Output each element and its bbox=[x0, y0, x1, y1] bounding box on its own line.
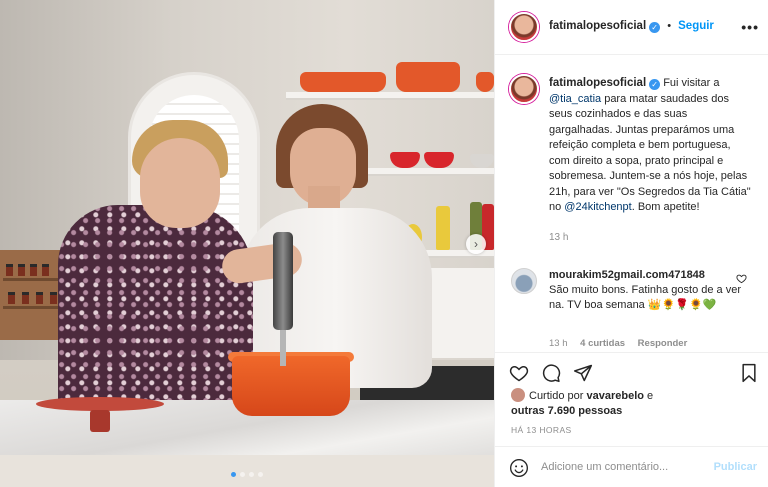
reply-button[interactable]: Responder bbox=[638, 338, 688, 349]
orange-casserole bbox=[232, 356, 350, 416]
liker-username[interactable]: vavarebelo bbox=[586, 390, 643, 402]
add-comment-bar: Adicione um comentário... Publicar bbox=[495, 446, 768, 487]
post-header: fatimalopesoficial ✓ • Seguir ••• bbox=[495, 0, 768, 55]
comment-time[interactable]: 13 h bbox=[549, 338, 568, 349]
orange-pot bbox=[396, 62, 460, 92]
more-icon[interactable]: ••• bbox=[741, 19, 759, 35]
likes-others[interactable]: outras 7.690 pessoas bbox=[511, 405, 622, 417]
carousel-next-button[interactable]: › bbox=[466, 234, 486, 254]
likes-connector: e bbox=[643, 390, 654, 402]
caption-username[interactable]: fatimalopesoficial bbox=[549, 77, 646, 89]
comment-meta: 13 h 4 curtidas Responder bbox=[549, 338, 687, 349]
carousel-dot bbox=[258, 472, 263, 477]
likes-prefix: Curtido por bbox=[529, 390, 587, 402]
heart-icon[interactable] bbox=[509, 363, 529, 383]
commenter-username[interactable]: mourakim52gmail.com471848 bbox=[549, 269, 705, 281]
hand-blender bbox=[273, 232, 293, 330]
carousel-indicator bbox=[231, 472, 263, 477]
orange-pot bbox=[476, 72, 494, 92]
comment-text: São muito bons. Fatinha gosto de a ver n… bbox=[549, 284, 742, 311]
post-caption: fatimalopesoficial ✓ Fui visitar a @tia_c… bbox=[549, 76, 753, 245]
caption-text: para matar saudades dos seus cozinhados … bbox=[549, 92, 751, 214]
spice-rack bbox=[0, 250, 66, 340]
shelf-middle bbox=[350, 168, 494, 176]
post-side-panel: fatimalopesoficial ✓ • Seguir ••• fatimal… bbox=[494, 0, 768, 487]
yellow-grinder bbox=[436, 206, 450, 250]
post-actions bbox=[495, 352, 768, 390]
author-username[interactable]: fatimalopesoficial bbox=[549, 20, 646, 32]
caption-text: . Bom apetite! bbox=[631, 201, 700, 213]
author-avatar[interactable] bbox=[509, 12, 539, 42]
liker-avatar[interactable] bbox=[511, 388, 525, 402]
emoji-icon[interactable] bbox=[509, 458, 529, 478]
post-timestamp[interactable]: HÁ 13 HORAS bbox=[511, 425, 572, 435]
commenter-avatar[interactable] bbox=[511, 268, 537, 294]
caption-text: Fui visitar a bbox=[663, 77, 720, 89]
comment-input[interactable]: Adicione um comentário... bbox=[541, 461, 668, 473]
verified-icon: ✓ bbox=[649, 79, 661, 90]
orange-pot bbox=[300, 72, 386, 92]
caption-time[interactable]: 13 h bbox=[549, 230, 753, 246]
carousel-dot bbox=[249, 472, 254, 477]
cake-stand bbox=[36, 397, 164, 411]
cake-stand-foot bbox=[90, 410, 110, 432]
verified-icon: ✓ bbox=[649, 22, 661, 33]
carousel-dot bbox=[240, 472, 245, 477]
carousel-dot bbox=[231, 472, 236, 477]
comment: mourakim52gmail.com471848 São muito bons… bbox=[549, 268, 749, 313]
chevron-right-icon: › bbox=[474, 237, 478, 251]
shelf-top bbox=[286, 92, 494, 100]
blender-shaft bbox=[280, 326, 286, 366]
post-photo[interactable]: › bbox=[0, 0, 494, 487]
caption-author-avatar[interactable] bbox=[509, 74, 539, 104]
separator-dot: • bbox=[667, 20, 672, 32]
header-user: fatimalopesoficial ✓ • Seguir bbox=[549, 20, 714, 33]
follow-button[interactable]: Seguir bbox=[678, 20, 714, 32]
heart-icon[interactable] bbox=[736, 273, 747, 284]
mention-link[interactable]: @24kitchenpt bbox=[564, 201, 631, 213]
comment-likes[interactable]: 4 curtidas bbox=[580, 338, 625, 349]
counter-front bbox=[0, 455, 494, 487]
comment-icon[interactable] bbox=[541, 363, 561, 383]
woman-left-blouse bbox=[58, 205, 253, 425]
woman-left-face bbox=[140, 138, 220, 228]
share-icon[interactable] bbox=[573, 363, 593, 383]
mention-link[interactable]: @tia_catia bbox=[549, 93, 601, 105]
bookmark-icon[interactable] bbox=[739, 363, 759, 383]
publish-button[interactable]: Publicar bbox=[714, 461, 757, 473]
likes-summary: Curtido por vavarebelo e outras 7.690 pe… bbox=[511, 388, 653, 419]
